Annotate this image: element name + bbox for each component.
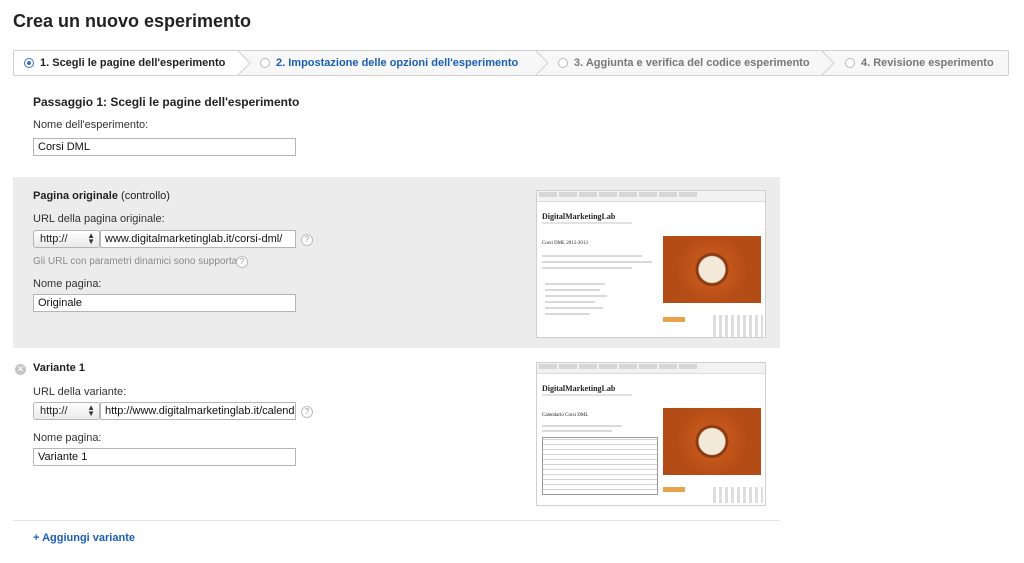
step-separator-icon [536,51,549,75]
step-radio-icon [845,58,855,68]
thumb-tagline [542,394,632,396]
thumb-nav [537,191,765,202]
divider [13,520,780,521]
thumb-text-line [545,289,600,291]
thumb-text-line [545,283,605,285]
step-2-label: 2. Impostazione delle opzioni dell'esper… [276,57,519,69]
step-1[interactable]: 1. Scegli le pagine dell'esperimento [24,51,225,75]
thumb-text-line [545,295,607,297]
add-variant-link[interactable]: + Aggiungi variante [33,532,135,544]
thumb-text-line [542,267,632,269]
thumb-text-line [545,307,603,309]
step-radio-icon [24,58,34,68]
original-page-name-label: Nome pagina: [33,278,102,290]
thumb-text-line [545,301,595,303]
thumb-text-line [545,313,590,315]
experiment-name-label: Nome dell'esperimento: [33,119,149,131]
experiment-stepper: 1. Scegli le pagine dell'esperimento 2. … [13,50,1009,76]
thumb-text-line [542,255,642,257]
help-icon[interactable]: ? [236,256,248,268]
thumb-table [542,437,658,495]
select-arrows-icon: ▲ ▼ [87,403,95,418]
thumb-calendar [713,487,763,503]
original-protocol-select[interactable]: http:// ▲ ▼ [33,230,100,248]
step-radio-icon [260,58,270,68]
step-4-label: 4. Revisione esperimento [861,57,994,69]
thumb-nav [537,363,765,374]
original-url-label: URL della pagina originale: [33,213,165,225]
original-protocol-value: http:// [40,233,68,245]
variant-page-thumbnail: DigitalMarketingLab Calendario Corsi DML [536,362,766,506]
variant-page-name-label: Nome pagina: [33,432,102,444]
step-3[interactable]: 3. Aggiunta e verifica del codice esperi… [558,51,810,75]
step-separator-icon [822,51,835,75]
help-icon[interactable]: ? [301,406,313,418]
thumb-text-line [542,425,622,427]
step-2[interactable]: 2. Impostazione delle opzioni dell'esper… [260,51,518,75]
thumb-photo [663,236,761,303]
remove-variant-icon[interactable]: ✕ [15,364,26,375]
thumb-calendar [713,315,763,337]
variant-url-input[interactable]: http://www.digitalmarketinglab.it/calend… [100,402,296,420]
dynamic-url-note: Gli URL con parametri dinamici sono supp… [33,256,245,267]
original-page-name-input[interactable]: Originale [33,294,296,312]
step-radio-icon [558,58,568,68]
step-4[interactable]: 4. Revisione esperimento [845,51,994,75]
thumb-text-line [542,261,652,263]
step-1-label: 1. Scegli le pagine dell'esperimento [40,57,226,69]
thumb-brand: DigitalMarketingLab [542,212,616,221]
thumb-button [663,487,685,492]
variant-url-label: URL della variante: [33,386,127,398]
page-title: Crea un nuovo esperimento [13,11,252,31]
variant-protocol-select[interactable]: http:// ▲ ▼ [33,402,100,420]
thumb-brand: DigitalMarketingLab [542,384,616,393]
step-3-label: 3. Aggiunta e verifica del codice esperi… [574,57,810,69]
experiment-name-input[interactable]: Corsi DML [33,138,296,156]
thumb-heading: Corsi DML 2012-2013 [542,241,588,246]
help-icon[interactable]: ? [301,234,313,246]
variant-heading: Variante 1 [33,362,85,374]
thumb-photo [663,408,761,475]
original-url-input[interactable]: www.digitalmarketinglab.it/corsi-dml/ [100,230,296,248]
variant-protocol-value: http:// [40,405,68,417]
variant-page-name-input[interactable]: Variante 1 [33,448,296,466]
thumb-button [663,317,685,322]
section-title: Passaggio 1: Scegli le pagine dell'esper… [33,95,300,109]
thumb-text-line [542,430,612,432]
step-separator-icon [238,51,251,75]
original-page-heading: Pagina originale (controllo) [33,190,170,202]
original-page-thumbnail: DigitalMarketingLab Corsi DML 2012-2013 [536,190,766,338]
select-arrows-icon: ▲ ▼ [87,231,95,246]
thumb-heading: Calendario Corsi DML [542,413,589,418]
thumb-tagline [542,222,632,224]
